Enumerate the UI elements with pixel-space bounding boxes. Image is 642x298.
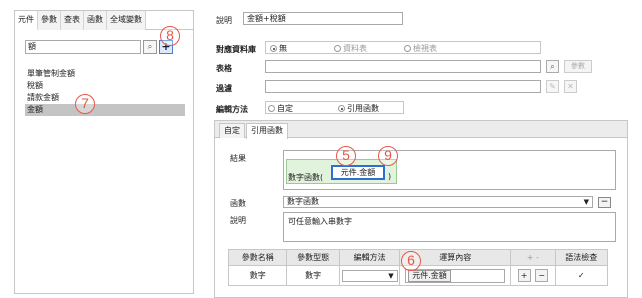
chevron-down-icon: ▼ [388,271,394,280]
result-label: 結果 [230,154,246,163]
table-label: 表格 [216,64,232,73]
left-panel: 元件 參數 查表 函數 全域變數 額 ⌕ + 單筆管制金額 稅額 請款金額 金額 [14,10,194,294]
pencil-icon: ✎ [549,82,556,91]
db-option-label: 資料表 [343,44,367,53]
cell-add-remove: + − [510,265,556,286]
tab-component[interactable]: 元件 [15,11,38,30]
table-field[interactable] [265,60,541,73]
th-add-remove: + - [510,249,556,266]
search-input[interactable]: 額 [25,40,141,54]
edit-radio-function[interactable]: 引用函數 [338,104,379,114]
tab-parameter[interactable]: 參數 [38,11,61,30]
edit-option-label: 引用函數 [347,104,379,113]
formula-function-name: 數字函數( [288,173,324,182]
search-row: 額 ⌕ + [25,40,175,54]
radio-icon [334,45,341,52]
tab-reference-function[interactable]: 引用函數 [246,123,288,139]
cell-param-name: 數字 [227,265,288,286]
annotation-marker: 7 [75,94,95,114]
th-edit-method: 編輯方法 [338,249,401,266]
db-label: 對應資料庫 [216,45,256,54]
edit-option-label: 自定 [277,104,293,113]
add-row-button[interactable]: + [517,269,531,282]
annotation-marker: 6 [401,251,421,271]
content-chip[interactable]: 元件.金額 [408,269,451,282]
annotation-marker: 5 [336,146,356,166]
filter-clear-button[interactable]: ✕ [564,80,577,93]
chevron-down-icon: ▼ [583,198,589,206]
cell-edit-method: ▼ [338,265,401,286]
list-item[interactable]: 稅額 [25,80,185,92]
list-item-selected[interactable]: 金額 [25,104,185,116]
db-option-label: 檢視表 [413,44,437,53]
remove-row-button[interactable]: − [535,269,549,282]
function-desc-label: 說明 [230,216,246,225]
close-icon: ✕ [567,82,574,91]
annotation-marker: 9 [378,146,398,166]
cell-syntax-check: ✓ [554,265,609,286]
search-button[interactable]: ⌕ [143,40,157,54]
annotation-marker: 8 [160,26,180,46]
minus-icon: − [538,271,545,280]
function-desc-text: 可任意輸入串數字 [288,217,352,226]
table-row: 數字 數字 ▼ 元件.金額 + − ✓ [227,265,609,286]
tab-custom[interactable]: 自定 [219,123,245,138]
radio-icon [268,105,275,112]
th-syntax-check: 語法檢查 [554,249,609,266]
edit-radio-custom[interactable]: 自定 [268,104,293,114]
db-radio-view[interactable]: 檢視表 [404,44,437,54]
edit-method-select[interactable]: ▼ [341,269,398,282]
minus-icon: − [600,197,609,207]
db-radio-none[interactable]: 無 [270,44,287,54]
description-field[interactable]: 金額+稅額 [243,12,403,25]
search-icon: ⌕ [550,62,555,71]
table-search-button[interactable]: ⌕ [546,60,559,73]
th-param-type: 參數型態 [286,249,340,266]
radio-checked-icon [270,45,277,52]
component-list: 單筆管制金額 稅額 請款金額 金額 [25,68,185,116]
search-icon: ⌕ [147,42,153,51]
function-select-value: 數字函數 [287,197,319,206]
radio-checked-icon [338,105,345,112]
db-radio-table[interactable]: 資料表 [334,44,367,54]
formula-close-paren: ) [388,172,392,181]
db-option-label: 無 [279,44,287,53]
list-item[interactable]: 單筆管制金額 [25,68,185,80]
filter-field[interactable] [265,80,541,93]
remove-function-button[interactable]: − [598,197,611,208]
function-label: 函數 [230,199,246,208]
tab-function[interactable]: 函數 [84,11,107,30]
plus-icon: + [520,271,528,280]
tab-global-variable[interactable]: 全域變數 [107,11,146,30]
filter-edit-button[interactable]: ✎ [546,80,559,93]
filter-label: 過濾 [216,84,232,93]
radio-icon [404,45,411,52]
content-input[interactable]: 元件.金額 [405,268,506,283]
db-radio-group [265,41,541,54]
tab-lookup[interactable]: 查表 [61,11,84,30]
panel-tabs: 自定 引用函數 [215,121,627,139]
function-desc-box: 可任意輸入串數字 [283,212,616,242]
description-label: 說明 [216,16,232,25]
th-param-name: 參數名稱 [227,249,288,266]
cell-param-type: 數字 [286,265,340,286]
edit-method-label: 編輯方法 [216,105,248,114]
param-button[interactable]: 參數 [564,60,592,73]
list-item[interactable]: 請款金額 [25,92,185,104]
function-select[interactable]: 數字函數 ▼ [283,196,593,208]
formula-argument-chip[interactable]: 元件.金額 [331,165,385,180]
